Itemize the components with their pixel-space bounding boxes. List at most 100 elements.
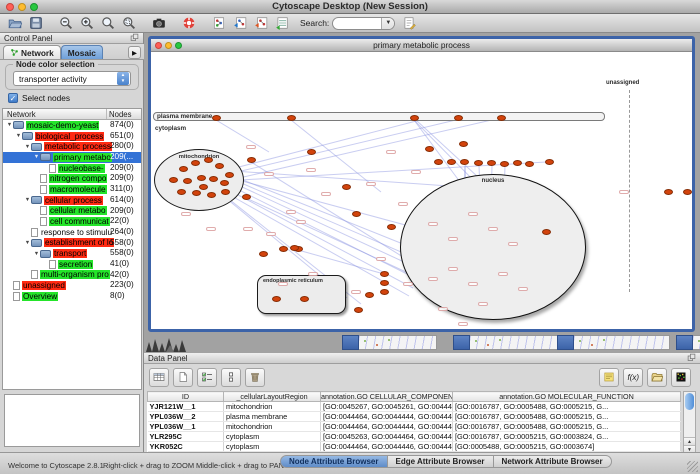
import-network-a-icon[interactable]	[229, 15, 250, 32]
network-node[interactable]	[664, 189, 673, 195]
column-header[interactable]: annotation.GO CELLULAR_COMPONENT	[321, 392, 453, 402]
network-node[interactable]	[365, 292, 374, 298]
network-node[interactable]	[212, 115, 221, 121]
resize-grip[interactable]	[687, 461, 698, 472]
zoom-window-button[interactable]	[30, 3, 38, 11]
network-node[interactable]	[247, 157, 256, 163]
tree-row[interactable]: secretion41(0)	[3, 259, 141, 270]
network-node[interactable]	[272, 296, 281, 302]
network-node[interactable]	[487, 160, 496, 166]
note-icon[interactable]	[599, 368, 619, 387]
column-header[interactable]: _cellularLayoutRegion	[224, 392, 321, 402]
search-dropdown-button[interactable]: ▼	[381, 17, 394, 30]
table-row[interactable]: YPL036W__2plasma membrane[GO:0044464, GO…	[148, 412, 681, 422]
folder-open-icon[interactable]	[647, 368, 667, 387]
minimized-window-titlebar[interactable]	[557, 335, 574, 350]
network-node[interactable]	[460, 159, 469, 165]
tree-row[interactable]: ▼cellular process614(0)	[3, 195, 141, 206]
annotation-icon[interactable]	[398, 15, 419, 32]
checklist-icon[interactable]	[197, 368, 217, 387]
network-node[interactable]	[410, 115, 419, 121]
frame-close-button[interactable]	[155, 42, 162, 49]
disclosure-triangle-icon[interactable]: ▼	[33, 251, 40, 257]
network-node[interactable]	[525, 161, 534, 167]
table-row[interactable]: YPL036W__1mitochondrion[GO:0044464, GO:0…	[148, 422, 681, 432]
select-nodes-checkbox[interactable]: ✓	[8, 93, 18, 103]
frame-titlebar[interactable]: primary metabolic process	[151, 39, 692, 52]
trash-icon[interactable]	[245, 368, 265, 387]
disclosure-triangle-icon[interactable]: ▼	[33, 154, 40, 160]
zoom-fit-icon[interactable]	[97, 15, 118, 32]
import-table-icon[interactable]	[271, 15, 292, 32]
disclosure-triangle-icon[interactable]: ▼	[15, 133, 22, 139]
scrollbar-thumb[interactable]	[685, 393, 694, 410]
network-node[interactable]	[683, 189, 692, 195]
save-session-icon[interactable]	[25, 15, 46, 32]
new-page-icon[interactable]	[173, 368, 193, 387]
network-node[interactable]	[380, 280, 389, 286]
grid-pair-icon[interactable]	[221, 368, 241, 387]
network-node[interactable]	[497, 115, 506, 121]
disclosure-triangle-icon[interactable]: ▼	[24, 144, 31, 150]
tab-edge-attribute-browser[interactable]: Edge Attribute Browser	[388, 455, 494, 468]
minimized-window-titlebar[interactable]	[676, 335, 693, 350]
minimized-window-titlebar[interactable]	[342, 335, 359, 350]
search-input[interactable]	[333, 18, 381, 29]
tree-row[interactable]: multi-organism pro42(0)	[3, 270, 141, 281]
tree-row[interactable]: ▼primary metabo209(...	[3, 152, 141, 163]
disclosure-triangle-icon[interactable]: ▼	[24, 197, 31, 203]
matrix-icon[interactable]	[671, 368, 691, 387]
tree-row[interactable]: ▼metabolic process280(0)	[3, 141, 141, 152]
tree-row[interactable]: nitrogen compo209(0)	[3, 173, 141, 184]
network-node[interactable]	[387, 224, 396, 230]
tab-network-attribute-browser[interactable]: Network Attribute Browser	[494, 455, 612, 468]
tree-row[interactable]: cell communicat22(0)	[3, 216, 141, 227]
network-node[interactable]	[169, 177, 178, 183]
network-node[interactable]	[354, 307, 363, 313]
network-node[interactable]	[225, 172, 234, 178]
network-node[interactable]	[215, 163, 224, 169]
tab-mosaic[interactable]: Mosaic	[61, 45, 103, 59]
network-node[interactable]	[221, 189, 230, 195]
network-canvas[interactable]: plasma membrane cytoplasm mitochondrion …	[151, 52, 692, 329]
tab-node-attribute-browser[interactable]: Node Attribute Browser	[280, 455, 388, 468]
network-node[interactable]	[300, 296, 309, 302]
attribute-dropdown[interactable]: transporter activity ▲▼	[13, 71, 131, 86]
table-row[interactable]: YLR295Ccytoplasm[GO:0045263, GO:0044464,…	[148, 432, 681, 442]
network-node[interactable]	[287, 115, 296, 121]
vizmapper-icon[interactable]	[208, 15, 229, 32]
network-node[interactable]	[454, 115, 463, 121]
network-node[interactable]	[380, 289, 389, 295]
tree-row[interactable]: cellular metabo209(0)	[3, 206, 141, 217]
column-header[interactable]: annotation.GO MOLECULAR_FUNCTION	[453, 392, 681, 402]
minimized-network-window[interactable]	[557, 335, 670, 350]
network-node[interactable]	[279, 246, 288, 252]
tab-network[interactable]: Network	[3, 45, 61, 59]
network-node[interactable]	[380, 271, 389, 277]
import-network-b-icon[interactable]	[250, 15, 271, 32]
minimize-window-button[interactable]	[18, 3, 26, 11]
network-node[interactable]	[192, 190, 201, 196]
network-node[interactable]	[179, 166, 188, 172]
window-titlebar[interactable]: Cytoscape Desktop (New Session)	[0, 0, 700, 14]
snapshot-icon[interactable]	[148, 15, 169, 32]
tree-row[interactable]: ▼mosaic-demo-yeast874(0)	[3, 120, 141, 131]
tree-row[interactable]: nucleobase-209(0)	[3, 163, 141, 174]
float-panel-icon[interactable]	[687, 353, 696, 364]
network-node[interactable]	[434, 159, 443, 165]
network-node[interactable]	[307, 149, 316, 155]
network-node[interactable]	[191, 160, 200, 166]
table-row[interactable]: YJR121W__1mitochondrion[GO:0045267, GO:0…	[148, 402, 681, 412]
tree-row[interactable]: unassigned223(0)	[3, 280, 141, 291]
tree-header-network[interactable]: Network	[3, 109, 107, 119]
network-node[interactable]	[207, 192, 216, 198]
minimized-network-window[interactable]	[676, 335, 700, 350]
minimized-network-window[interactable]	[342, 335, 437, 350]
zoom-in-icon[interactable]	[76, 15, 97, 32]
network-node[interactable]	[199, 184, 208, 190]
network-node[interactable]	[474, 160, 483, 166]
frame-minimize-button[interactable]	[165, 42, 172, 49]
open-file-icon[interactable]	[4, 15, 25, 32]
network-node[interactable]	[209, 176, 218, 182]
network-node[interactable]	[459, 141, 468, 147]
